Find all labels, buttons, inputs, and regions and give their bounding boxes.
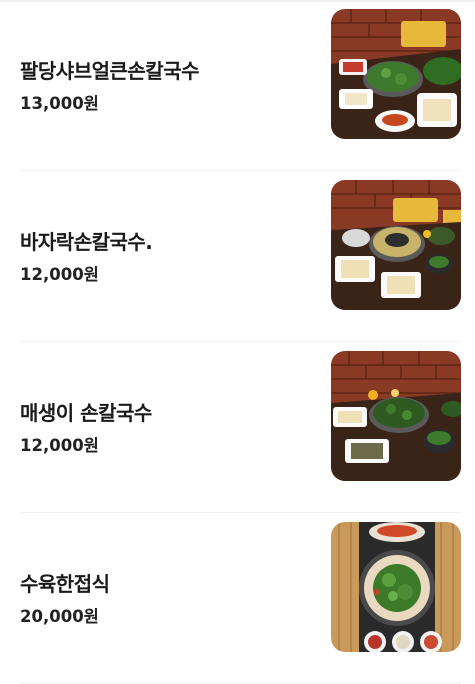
menu-item-text: 매생이 손칼국수 12,000원 [20, 342, 152, 513]
menu-item[interactable]: 수육한접식 20,000원 [20, 513, 461, 684]
menu-item-price: 20,000원 [20, 606, 99, 626]
menu-item[interactable]: 팔당샤브얼큰손칼국수 13,000원 [20, 0, 461, 171]
menu-item-price: 12,000원 [20, 435, 99, 455]
menu-item-name: 팔당샤브얼큰손칼국수 [20, 58, 200, 83]
food-photo[interactable] [331, 180, 461, 310]
food-photo[interactable] [331, 522, 461, 652]
menu-item-name: 매생이 손칼국수 [20, 400, 152, 425]
menu-item-text: 팔당샤브얼큰손칼국수 13,000원 [20, 0, 200, 171]
menu-item-name: 수육한접식 [20, 571, 110, 596]
menu-item[interactable]: 매생이 손칼국수 12,000원 [20, 342, 461, 513]
food-photo[interactable] [331, 9, 461, 139]
menu-list: 팔당샤브얼큰손칼국수 13,000원 바자락손칼국수. 12,000원 매생이 … [20, 0, 461, 684]
menu-item-name: 바자락손칼국수. [20, 229, 153, 254]
menu-item[interactable]: 바자락손칼국수. 12,000원 [20, 171, 461, 342]
menu-item-price: 12,000원 [20, 264, 99, 284]
menu-item-text: 수육한접식 20,000원 [20, 513, 110, 684]
food-photo[interactable] [331, 351, 461, 481]
menu-item-text: 바자락손칼국수. 12,000원 [20, 171, 153, 342]
menu-item-price: 13,000원 [20, 93, 99, 113]
